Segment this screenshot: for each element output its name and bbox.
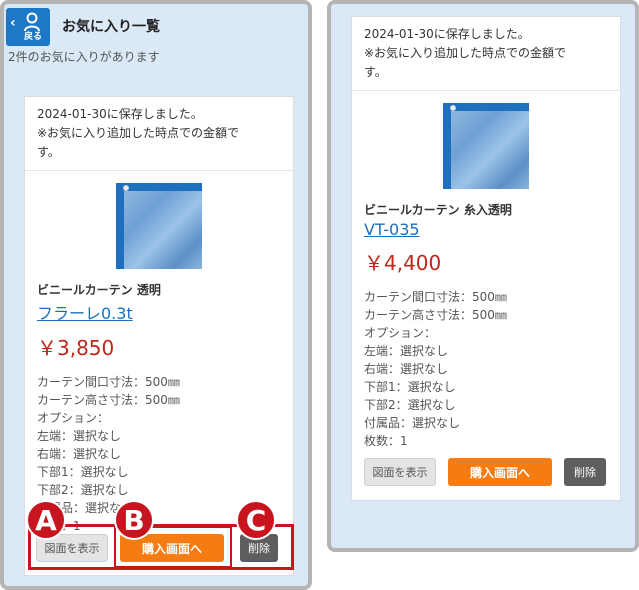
price-note-end: す。 [37,145,60,159]
saved-date: 2024-01-30に保存しました。 [37,107,203,121]
delete-button[interactable]: 削除 [564,458,606,486]
spec-item: オプション： [37,411,110,425]
right-phone-screen: 2024-01-30に保存しました。 ※お気に入り追加した時点での金額で す。 … [327,0,639,552]
saved-notice: 2024-01-30に保存しました。 ※お気に入り追加した時点での金額で す。 [352,17,620,91]
spec-item: 付属品：選択なし [364,416,461,430]
left-phone-screen: ‹ 戻る お気に入り一覧 2件のお気に入りがあります 2024-01-30に保存… [0,0,312,590]
product-image[interactable] [116,183,202,269]
spec-list: カーテン間口寸法：500㎜ カーテン高さ寸法：500㎜ オプション： 左端：選択… [364,288,620,450]
spec-item: カーテン高さ寸法：500㎜ [37,393,180,407]
favorite-count: 2件のお気に入りがあります [8,50,160,64]
spec-item: 左端：選択なし [364,344,449,358]
spec-item: オプション： [364,326,437,340]
spec-item: 右端：選択なし [364,362,449,376]
product-code-link[interactable]: VT-035 [364,220,620,239]
show-drawing-button[interactable]: 図面を表示 [364,458,436,486]
product-name: ビニールカーテン 糸入透明 [364,203,512,217]
user-icon [24,12,40,32]
spec-item: カーテン間口寸法：500㎜ [37,375,180,389]
spec-item: 下部1：選択なし [364,380,456,394]
callout-c: C [236,500,276,540]
spec-item: 枚数：1 [364,434,408,448]
price-note: ※お気に入り追加した時点での金額で [37,126,240,140]
saved-date: 2024-01-30に保存しました。 [364,27,530,41]
spec-item: カーテン間口寸法：500㎜ [364,290,507,304]
spec-item: カーテン高さ寸法：500㎜ [364,308,507,322]
product-code-link[interactable]: フラーレ0.3t [37,300,293,324]
page-title: お気に入り一覧 [62,19,160,35]
back-button-label: 戻る [24,32,43,42]
product-image[interactable] [443,103,529,189]
spec-item: 下部2：選択なし [364,398,456,412]
spec-item: 下部2：選択なし [37,483,129,497]
spec-item: 左端：選択なし [37,429,122,443]
product-name: ビニールカーテン 透明 [37,283,161,297]
chevron-left-icon: ‹ [10,15,16,31]
callout-b: B [114,500,154,540]
price-note: ※お気に入り追加した時点での金額で [364,46,567,60]
product-price: ￥3,850 [37,336,115,360]
favorite-card: 2024-01-30に保存しました。 ※お気に入り追加した時点での金額で す。 … [351,16,621,501]
back-button[interactable]: ‹ 戻る [6,8,50,46]
spec-item: 右端：選択なし [37,447,122,461]
go-to-purchase-button[interactable]: 購入画面へ [448,458,552,486]
product-price: ￥4,400 [364,251,442,275]
price-note-end: す。 [364,65,387,79]
callout-a: A [26,500,66,540]
header-bar: ‹ 戻る お気に入り一覧 [4,4,308,48]
spec-item: 下部1：選択なし [37,465,129,479]
saved-notice: 2024-01-30に保存しました。 ※お気に入り追加した時点での金額で す。 [25,97,293,171]
card-actions: 図面を表示 購入画面へ 削除 [352,458,620,498]
